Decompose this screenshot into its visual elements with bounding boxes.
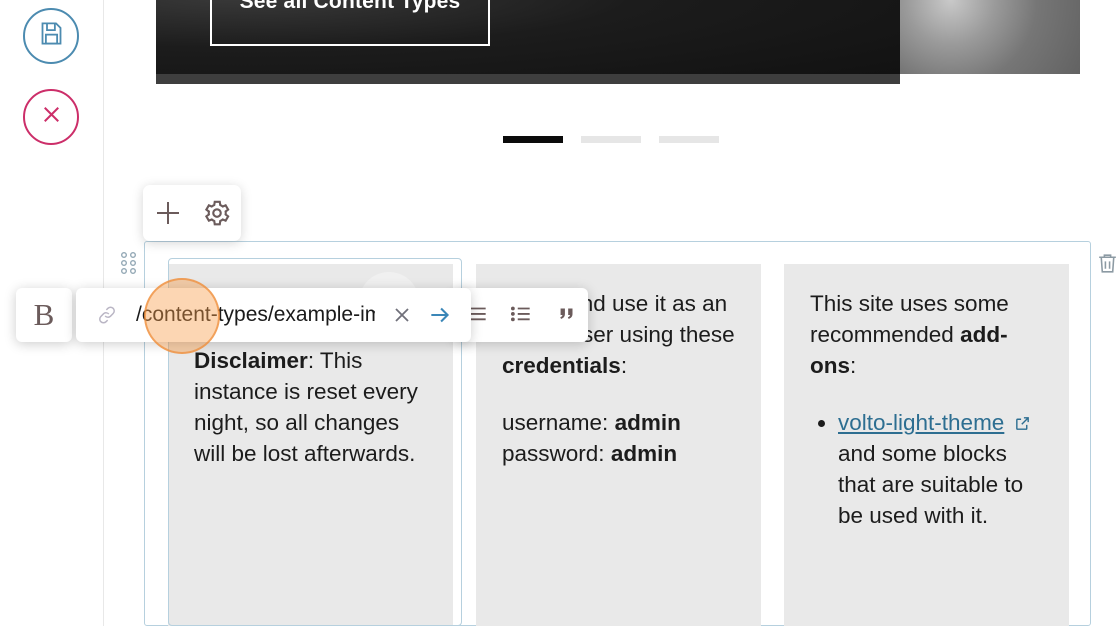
plus-icon[interactable]	[153, 198, 183, 228]
carousel-dot-2[interactable]	[581, 136, 641, 143]
text-run: :	[850, 353, 857, 378]
bold-icon: B	[33, 297, 55, 332]
arrow-right-icon[interactable]	[421, 302, 459, 328]
cancel-button[interactable]	[23, 89, 79, 145]
hero-bottom-shade	[156, 74, 900, 84]
carousel-dot-1[interactable]	[503, 136, 563, 143]
column-3[interactable]: This site uses some recommended add-ons:…	[784, 264, 1069, 626]
bold-run: admin	[614, 410, 681, 435]
volto-light-theme-link[interactable]: volto-light-theme	[838, 410, 1004, 435]
trash-icon[interactable]	[1095, 250, 1120, 282]
link-url-input[interactable]	[126, 303, 383, 327]
chain-link-icon	[88, 304, 126, 326]
blockquote-icon[interactable]	[553, 288, 579, 342]
carousel-indicators	[503, 136, 719, 143]
drag-handle-icon[interactable]	[118, 250, 140, 283]
richtext-toolbar-right	[455, 288, 588, 342]
bold-run: credentials	[502, 353, 621, 378]
bold-run: Disclaimer	[194, 348, 308, 373]
text-run: :	[620, 353, 628, 378]
close-circle-icon	[38, 101, 65, 133]
paragraph: Disclaimer: This instance is reset every…	[194, 345, 427, 469]
column-3-text: This site uses some recommended add-ons:…	[810, 288, 1043, 531]
gear-icon[interactable]	[202, 198, 232, 228]
close-icon[interactable]	[383, 303, 421, 327]
block-add-toolbar	[143, 185, 241, 241]
hero-photo	[900, 0, 1080, 74]
list-item: volto-light-theme and some blocks that a…	[838, 407, 1043, 531]
richtext-toolbar-left: B	[16, 288, 72, 342]
see-all-content-types-button[interactable]: See all Content Types	[210, 0, 490, 46]
paragraph: This site uses some recommended add-ons:	[810, 288, 1043, 381]
floppy-disk-icon	[38, 20, 65, 52]
paragraph: username: admin password: admin	[502, 407, 735, 469]
carousel-dot-3[interactable]	[659, 136, 719, 143]
addons-list: volto-light-theme and some blocks that a…	[810, 407, 1043, 531]
text-run: and some blocks that are suitable to be …	[838, 441, 1024, 528]
save-button[interactable]	[23, 8, 79, 64]
bold-run: admin	[610, 441, 678, 466]
bold-button[interactable]: B	[16, 288, 72, 342]
bulleted-list-icon[interactable]	[508, 288, 534, 342]
text-run: username:	[502, 410, 615, 435]
link-input-popup	[76, 288, 471, 342]
text-run: password:	[502, 441, 611, 466]
external-link-icon	[1004, 410, 1030, 435]
editor-screen: See all Content Types Disclaimer: This i…	[0, 0, 1120, 626]
